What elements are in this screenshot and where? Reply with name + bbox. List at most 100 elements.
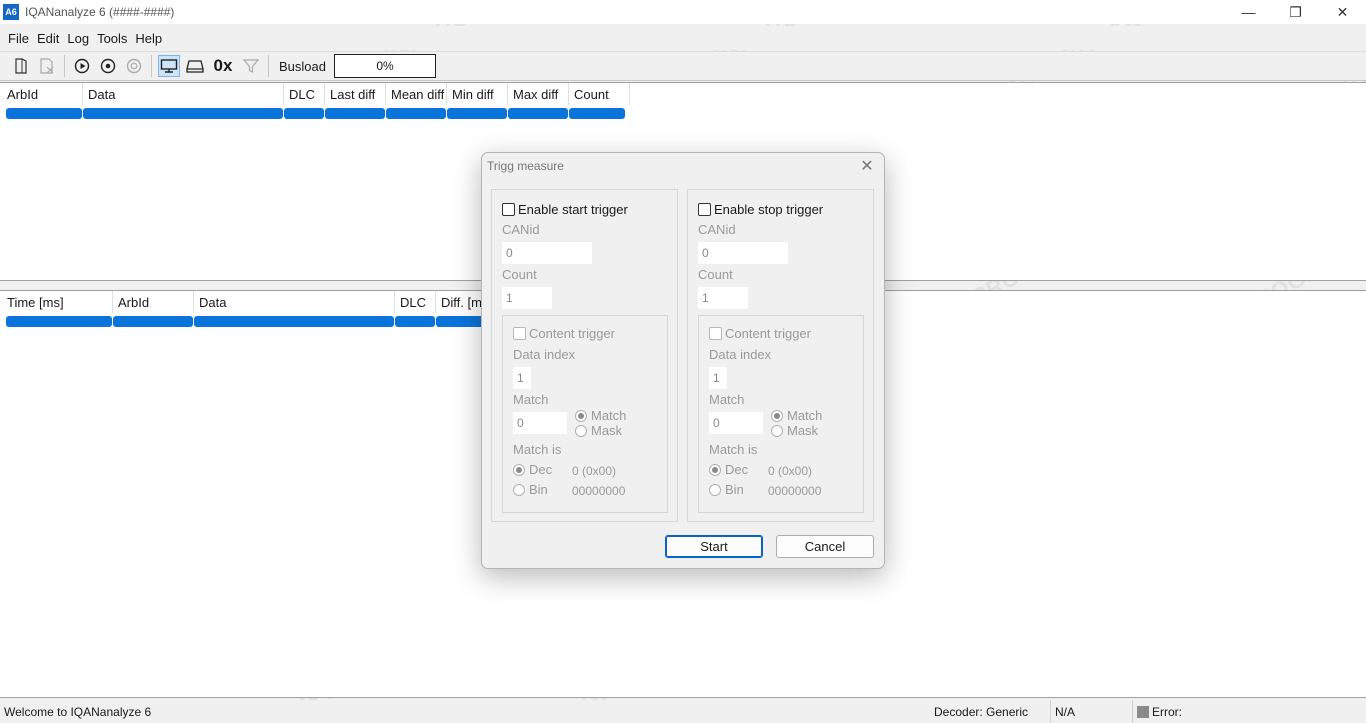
stop-content-trigger-checkbox[interactable]: Content trigger [709, 326, 811, 341]
file-icon[interactable] [10, 55, 32, 77]
drive-icon[interactable] [184, 55, 206, 77]
radio-dot[interactable] [513, 483, 525, 496]
checkbox-box[interactable] [709, 327, 722, 340]
radio-dot[interactable] [709, 483, 721, 496]
radio-dot[interactable] [575, 424, 587, 437]
trigg-measure-dialog: Trigg measure ✕ Enable start trigger CAN… [481, 152, 885, 569]
start-bin-value: 00000000 [572, 484, 626, 498]
menu-log[interactable]: Log [63, 31, 93, 46]
save-icon[interactable] [36, 55, 58, 77]
enable-start-trigger-checkbox[interactable]: Enable start trigger [502, 202, 628, 217]
menu-edit[interactable]: Edit [33, 31, 63, 46]
checkbox-box[interactable] [698, 203, 711, 216]
stop-match-is-label: Match is [709, 442, 758, 457]
column-header[interactable]: DLC [395, 291, 436, 313]
start-dec-label: Dec [529, 462, 553, 477]
column-header[interactable]: Data [194, 291, 395, 313]
stop-match-radio[interactable]: Match [771, 408, 822, 423]
app-icon: A6 [3, 4, 19, 20]
start-bin-label: Bin [529, 482, 548, 497]
toolbar-separator [268, 55, 269, 77]
stop-canid-label: CANid [698, 222, 736, 237]
start-canid-input[interactable]: 0 [502, 242, 592, 264]
restore-button[interactable]: ❐ [1272, 0, 1319, 24]
start-canid-label: CANid [502, 222, 540, 237]
menu-file[interactable]: File [4, 31, 33, 46]
start-mask-radio-label: Mask [591, 423, 623, 438]
busload-value: 0% [333, 54, 436, 78]
stop-dec-radio[interactable]: Dec [709, 462, 748, 477]
statistics-header: ArbId Data DLC Last diff Mean diff Min d… [2, 83, 630, 105]
menu-help[interactable]: Help [131, 31, 166, 46]
cell-bar [325, 108, 385, 119]
stop-data-index-input[interactable]: 1 [709, 367, 727, 389]
menu-bar: File Edit Log Tools Help [0, 26, 1366, 50]
stop-match-input[interactable]: 0 [709, 412, 763, 434]
minimize-button[interactable]: — [1225, 0, 1272, 24]
enable-stop-trigger-label: Enable stop trigger [714, 202, 824, 217]
radio-dot[interactable] [575, 409, 587, 422]
enable-start-trigger-label: Enable start trigger [518, 202, 628, 217]
checkbox-box[interactable] [513, 327, 526, 340]
cell-bar [113, 316, 193, 327]
start-match-is-label: Match is [513, 442, 562, 457]
dialog-close-icon[interactable]: ✕ [858, 157, 876, 175]
cell-bar [386, 108, 446, 119]
start-count-input[interactable]: 1 [502, 287, 552, 309]
hex-icon[interactable]: 0x [211, 55, 235, 77]
radio-dot[interactable] [709, 463, 721, 476]
decoder-status: Decoder: Generic [930, 700, 1051, 723]
cell-bar [508, 108, 568, 119]
cell-bar [6, 316, 112, 327]
column-header[interactable]: Count [569, 83, 630, 105]
monitor-icon[interactable] [158, 55, 180, 77]
toolbar-separator [151, 55, 152, 77]
statistics-row-placeholder [6, 108, 626, 119]
checkbox-box[interactable] [502, 203, 515, 216]
log-row-placeholder [6, 316, 517, 327]
start-data-index-input[interactable]: 1 [513, 367, 531, 389]
start-button[interactable]: Start [665, 535, 763, 558]
cell-bar [284, 108, 324, 119]
start-content-trigger-checkbox[interactable]: Content trigger [513, 326, 615, 341]
cell-bar [447, 108, 507, 119]
stop-count-input[interactable]: 1 [698, 287, 748, 309]
stop-bin-label: Bin [725, 482, 744, 497]
stop-canid-input[interactable]: 0 [698, 242, 788, 264]
cancel-button[interactable]: Cancel [776, 535, 874, 558]
start-match-input[interactable]: 0 [513, 412, 567, 434]
filter-icon[interactable] [240, 55, 262, 77]
start-match-radio[interactable]: Match [575, 408, 626, 423]
column-header[interactable]: Mean diff [386, 83, 447, 105]
start-match-label: Match [513, 392, 549, 407]
stop-content-trigger-label: Content trigger [725, 326, 811, 341]
column-header[interactable]: ArbId [2, 83, 83, 105]
radio-dot[interactable] [771, 424, 783, 437]
close-window-button[interactable]: ✕ [1319, 0, 1366, 24]
column-header[interactable]: Data [83, 83, 284, 105]
radio-dot[interactable] [771, 409, 783, 422]
enable-stop-trigger-checkbox[interactable]: Enable stop trigger [698, 202, 823, 217]
stop-mask-radio[interactable]: Mask [771, 423, 818, 438]
column-header[interactable]: Time [ms] [2, 291, 113, 313]
menu-tools[interactable]: Tools [93, 31, 131, 46]
column-header[interactable]: Max diff [508, 83, 569, 105]
stop-content-trigger-group: Content trigger Data index 1 Match 0 Mat… [698, 315, 864, 513]
start-mask-radio[interactable]: Mask [575, 423, 622, 438]
stop-bin-radio[interactable]: Bin [709, 482, 744, 497]
column-header[interactable]: DLC [284, 83, 325, 105]
column-header[interactable]: Last diff [325, 83, 386, 105]
stop-icon[interactable] [123, 55, 145, 77]
start-dec-radio[interactable]: Dec [513, 462, 552, 477]
play-icon[interactable] [71, 55, 93, 77]
error-indicator-icon [1137, 705, 1149, 718]
column-header[interactable]: ArbId [113, 291, 194, 313]
start-bin-radio[interactable]: Bin [513, 482, 548, 497]
radio-dot[interactable] [513, 463, 525, 476]
toolbar-separator [64, 55, 65, 77]
column-header[interactable]: Min diff [447, 83, 508, 105]
stop-count-label: Count [698, 267, 733, 282]
stop-trigger-group: Enable stop trigger CANid 0 Count 1 Cont… [687, 189, 874, 522]
stop-dec-value: 0 (0x00) [768, 464, 813, 478]
record-icon[interactable] [97, 55, 119, 77]
